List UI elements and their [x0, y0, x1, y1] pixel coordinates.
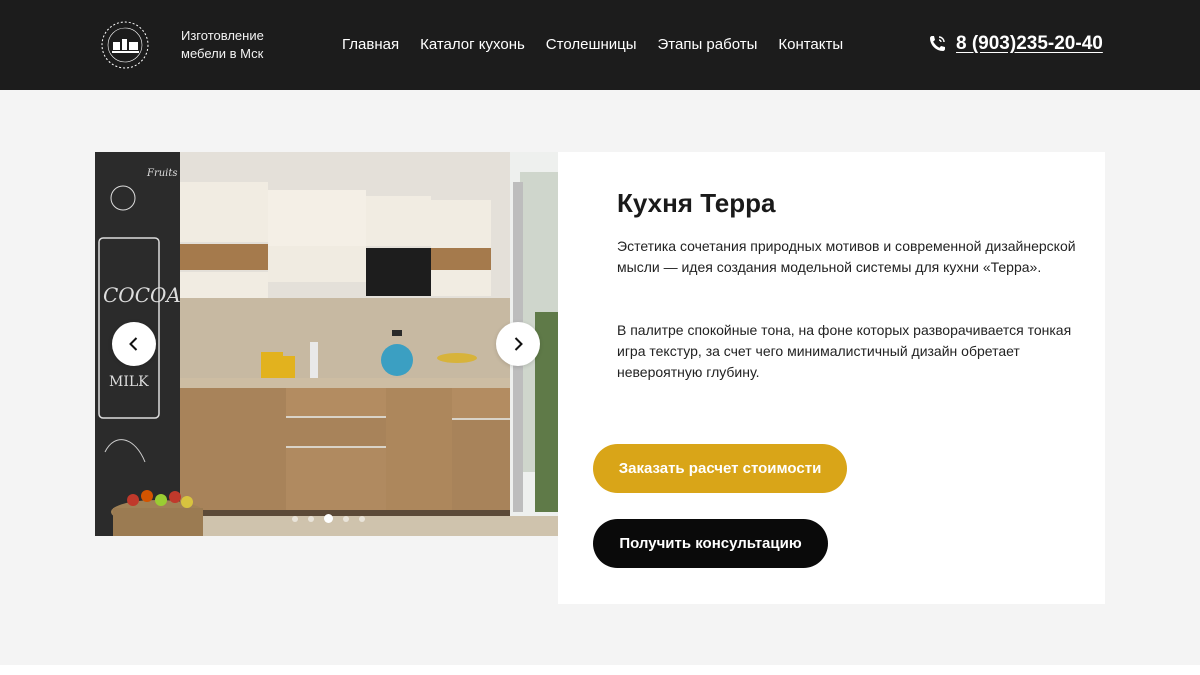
- chalk-milk-text: MILK: [109, 374, 149, 390]
- slider-prev-button[interactable]: [112, 322, 156, 366]
- slider-dot[interactable]: [343, 515, 349, 522]
- slider-dot[interactable]: [292, 515, 298, 522]
- logo-icon[interactable]: [100, 20, 150, 70]
- kitchen-photo: Fruits COCOA MILK: [95, 152, 558, 536]
- consultation-button[interactable]: Получить консультацию: [593, 519, 828, 568]
- main-nav: Главная Каталог кухонь Столешницы Этапы …: [342, 36, 843, 54]
- site-header: Изготовление мебели в Мск Главная Катало…: [0, 0, 1200, 90]
- nav-item-contacts[interactable]: Контакты: [778, 36, 843, 54]
- nav-item-stages[interactable]: Этапы работы: [658, 36, 758, 54]
- product-description-1: Эстетика сочетания природных мотивов и с…: [617, 238, 1076, 275]
- order-estimate-button[interactable]: Заказать расчет стоимости: [593, 444, 847, 493]
- phone-icon: [930, 36, 945, 51]
- kitchen-image-slider[interactable]: Fruits COCOA MILK: [95, 152, 558, 536]
- brand-tagline: Изготовление мебели в Мск: [181, 27, 291, 63]
- slider-dot[interactable]: [359, 515, 365, 522]
- chalk-cocoa-text: COCOA: [103, 283, 181, 307]
- slider-pagination: [292, 514, 365, 523]
- product-card: Кухня Терра Эстетика сочетания природных…: [558, 152, 1105, 604]
- product-title: Кухня Терра: [617, 188, 776, 218]
- chevron-right-icon: [514, 337, 523, 351]
- chevron-left-icon: [129, 337, 138, 351]
- chalk-fruits-text: Fruits: [146, 168, 178, 179]
- slider-next-button[interactable]: [496, 322, 540, 366]
- header-phone: 8 (903)235-20-40: [927, 33, 1103, 55]
- brand-line-1: Изготовление: [181, 28, 264, 43]
- slider-dot[interactable]: [308, 515, 314, 522]
- phone-number-link[interactable]: 8 (903)235-20-40: [956, 33, 1103, 55]
- nav-item-catalog[interactable]: Каталог кухонь: [420, 36, 525, 54]
- slider-dot[interactable]: [324, 514, 333, 523]
- product-description-2: В палитре спокойные тона, на фоне которы…: [617, 322, 1072, 380]
- brand-line-2: мебели в Мск: [181, 46, 264, 61]
- nav-item-home[interactable]: Главная: [342, 36, 399, 54]
- nav-item-countertops[interactable]: Столешницы: [546, 36, 637, 54]
- next-section-edge: [0, 665, 1200, 675]
